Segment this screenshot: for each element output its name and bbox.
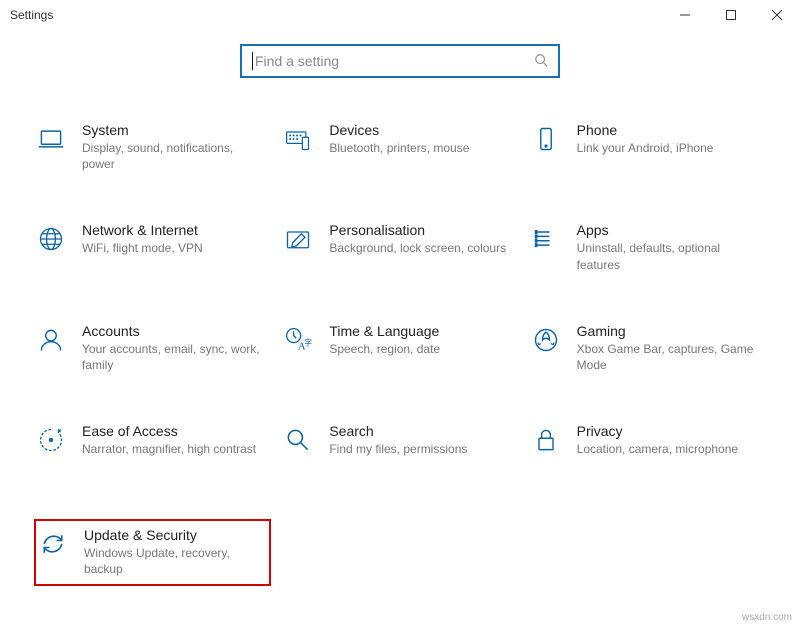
category-title: Network & Internet — [82, 222, 263, 238]
footer-watermark: wsxdn.com — [742, 612, 792, 623]
category-text: Ease of Access Narrator, magnifier, high… — [82, 423, 269, 457]
globe-icon — [36, 224, 66, 254]
category-search[interactable]: Search Find my files, permissions — [281, 419, 518, 477]
category-privacy[interactable]: Privacy Location, camera, microphone — [529, 419, 766, 477]
time-lang-icon: A字 — [283, 325, 313, 355]
category-text: Privacy Location, camera, microphone — [577, 423, 764, 457]
laptop-icon — [36, 124, 66, 154]
category-desc: Background, lock screen, colours — [329, 240, 510, 256]
category-title: Time & Language — [329, 323, 510, 339]
pen-icon — [283, 224, 313, 254]
category-gaming[interactable]: Gaming Xbox Game Bar, captures, Game Mod… — [529, 319, 766, 377]
category-personalisation[interactable]: Personalisation Background, lock screen,… — [281, 218, 518, 276]
category-title: Gaming — [577, 323, 758, 339]
category-desc: WiFi, flight mode, VPN — [82, 240, 263, 256]
category-system[interactable]: System Display, sound, notifications, po… — [34, 118, 271, 176]
category-title: Personalisation — [329, 222, 510, 238]
category-title: Update & Security — [84, 527, 261, 543]
category-text: Personalisation Background, lock screen,… — [329, 222, 516, 256]
category-devices[interactable]: Devices Bluetooth, printers, mouse — [281, 118, 518, 176]
category-desc: Windows Update, recovery, backup — [84, 545, 261, 577]
close-icon — [772, 10, 782, 20]
search-container — [0, 44, 800, 78]
category-text: Gaming Xbox Game Bar, captures, Game Mod… — [577, 323, 764, 373]
category-desc: Find my files, permissions — [329, 441, 510, 457]
lock-icon — [531, 425, 561, 455]
category-time-language[interactable]: A字 Time & Language Speech, region, date — [281, 319, 518, 377]
category-desc: Bluetooth, printers, mouse — [329, 140, 510, 156]
category-title: Ease of Access — [82, 423, 263, 439]
category-title: Apps — [577, 222, 758, 238]
category-text: Accounts Your accounts, email, sync, wor… — [82, 323, 269, 373]
svg-text:字: 字 — [304, 337, 312, 347]
category-desc: Xbox Game Bar, captures, Game Mode — [577, 341, 758, 373]
category-network[interactable]: Network & Internet WiFi, flight mode, VP… — [34, 218, 271, 276]
maximize-button[interactable] — [708, 0, 754, 30]
maximize-icon — [726, 10, 736, 20]
sync-icon — [38, 529, 68, 559]
category-desc: Display, sound, notifications, power — [82, 140, 263, 172]
category-ease-of-access[interactable]: Ease of Access Narrator, magnifier, high… — [34, 419, 271, 477]
category-text: Update & Security Windows Update, recove… — [84, 527, 267, 577]
person-icon — [36, 325, 66, 355]
apps-icon — [531, 224, 561, 254]
category-text: Network & Internet WiFi, flight mode, VP… — [82, 222, 269, 256]
minimize-button[interactable] — [662, 0, 708, 30]
category-title: Devices — [329, 122, 510, 138]
category-title: System — [82, 122, 263, 138]
keyboard-icon — [283, 124, 313, 154]
text-cursor — [252, 52, 253, 70]
search-icon — [534, 53, 548, 70]
titlebar: Settings — [0, 0, 800, 30]
category-desc: Link your Android, iPhone — [577, 140, 758, 156]
category-desc: Narrator, magnifier, high contrast — [82, 441, 263, 457]
category-accounts[interactable]: Accounts Your accounts, email, sync, wor… — [34, 319, 271, 377]
close-button[interactable] — [754, 0, 800, 30]
ease-icon — [36, 425, 66, 455]
category-title: Search — [329, 423, 510, 439]
category-text: Phone Link your Android, iPhone — [577, 122, 764, 156]
category-title: Privacy — [577, 423, 758, 439]
categories-grid: System Display, sound, notifications, po… — [0, 118, 800, 586]
category-text: Search Find my files, permissions — [329, 423, 516, 457]
category-desc: Uninstall, defaults, optional features — [577, 240, 758, 272]
search-box[interactable] — [240, 44, 560, 78]
category-desc: Your accounts, email, sync, work, family — [82, 341, 263, 373]
category-desc: Location, camera, microphone — [577, 441, 758, 457]
category-title: Accounts — [82, 323, 263, 339]
search-cat-icon — [283, 425, 313, 455]
category-desc: Speech, region, date — [329, 341, 510, 357]
category-title: Phone — [577, 122, 758, 138]
minimize-icon — [680, 10, 690, 20]
category-update-security[interactable]: Update & Security Windows Update, recove… — [34, 519, 271, 585]
gaming-icon — [531, 325, 561, 355]
category-text: System Display, sound, notifications, po… — [82, 122, 269, 172]
category-text: Time & Language Speech, region, date — [329, 323, 516, 357]
window-controls — [662, 0, 800, 30]
category-phone[interactable]: Phone Link your Android, iPhone — [529, 118, 766, 176]
category-apps[interactable]: Apps Uninstall, defaults, optional featu… — [529, 218, 766, 276]
category-text: Devices Bluetooth, printers, mouse — [329, 122, 516, 156]
phone-icon — [531, 124, 561, 154]
search-input[interactable] — [255, 46, 528, 76]
window-title: Settings — [10, 8, 53, 22]
category-text: Apps Uninstall, defaults, optional featu… — [577, 222, 764, 272]
